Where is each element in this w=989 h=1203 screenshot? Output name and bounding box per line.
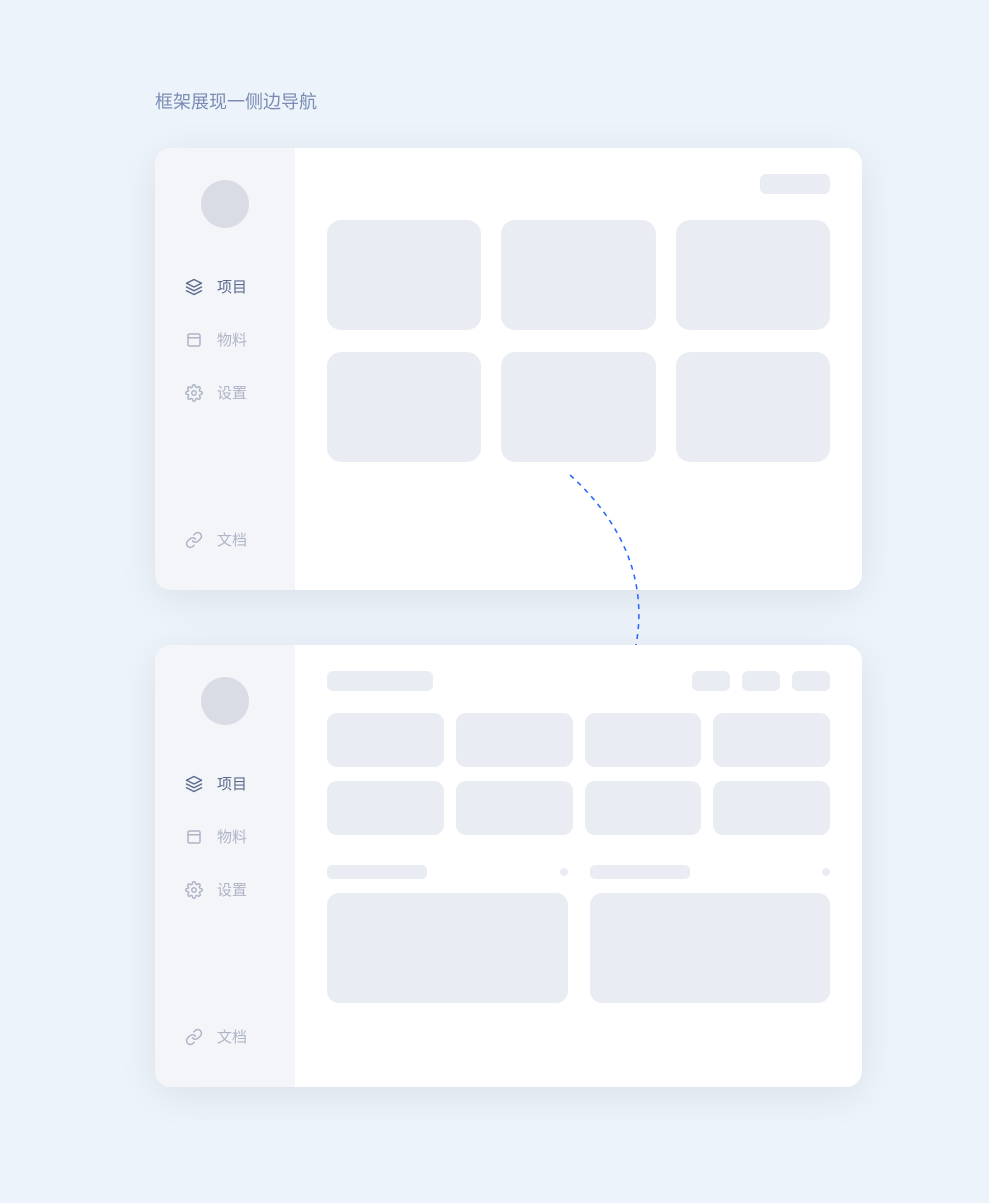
content-card-placeholder[interactable] [327,893,568,1003]
header-action-placeholder[interactable] [742,671,780,691]
sidebar-item-label: 项目 [217,276,247,297]
stat-card-placeholder[interactable] [456,713,573,767]
sidebar-item-materials[interactable]: 物料 [155,313,295,366]
nav-list: 项目 物料 设置 [155,757,295,1010]
avatar[interactable] [201,180,249,228]
sidebar-item-materials[interactable]: 物料 [155,810,295,863]
header-row [327,671,830,691]
layers-icon [185,775,203,793]
card-placeholder[interactable] [676,220,830,330]
column-title-placeholder [327,865,427,879]
card-placeholder[interactable] [676,352,830,462]
column-header [590,865,831,879]
content-area [295,645,862,1087]
sidebar-item-projects[interactable]: 项目 [155,260,295,313]
layout-panel-top: 项目 物料 设置 文档 [155,148,862,590]
folder-icon [185,331,203,349]
layers-icon [185,278,203,296]
sidebar-item-docs[interactable]: 文档 [155,513,295,566]
stat-card-placeholder[interactable] [327,713,444,767]
card-placeholder[interactable] [327,352,481,462]
sidebar-item-label: 文档 [217,529,247,550]
column-more-icon[interactable] [822,868,830,876]
sidebar-item-label: 物料 [217,329,247,350]
page-title: 框架展现一侧边导航 [155,88,317,114]
link-icon [185,531,203,549]
column-more-icon[interactable] [560,868,568,876]
nav-list: 项目 物料 设置 [155,260,295,513]
card-placeholder[interactable] [501,220,655,330]
link-icon [185,1028,203,1046]
stat-card-placeholder[interactable] [585,781,702,835]
header-actions [692,671,830,691]
card-placeholder[interactable] [501,352,655,462]
page-title-placeholder [327,671,433,691]
layout-panel-bottom: 项目 物料 设置 文档 [155,645,862,1087]
sidebar-item-label: 设置 [217,382,247,403]
sidebar-item-docs[interactable]: 文档 [155,1010,295,1063]
sidebar: 项目 物料 设置 文档 [155,148,295,590]
sidebar-footer: 文档 [155,1010,295,1063]
stat-card-grid [327,713,830,835]
stat-card-placeholder[interactable] [456,781,573,835]
sidebar-item-projects[interactable]: 项目 [155,757,295,810]
sidebar: 项目 物料 设置 文档 [155,645,295,1087]
sidebar-item-label: 设置 [217,879,247,900]
column-right [590,865,831,1003]
gear-icon [185,384,203,402]
stat-card-placeholder[interactable] [585,713,702,767]
column-header [327,865,568,879]
stat-card-placeholder[interactable] [327,781,444,835]
stat-card-placeholder[interactable] [713,713,830,767]
sidebar-item-label: 项目 [217,773,247,794]
two-column-section [327,865,830,1003]
card-grid [327,220,830,462]
column-left [327,865,568,1003]
sidebar-item-label: 物料 [217,826,247,847]
header-action-placeholder[interactable] [692,671,730,691]
sidebar-item-settings[interactable]: 设置 [155,366,295,419]
content-area [295,148,862,590]
gear-icon [185,881,203,899]
header-row [327,174,830,194]
header-action-placeholder[interactable] [792,671,830,691]
header-action-placeholder[interactable] [760,174,830,194]
column-title-placeholder [590,865,690,879]
card-placeholder[interactable] [327,220,481,330]
avatar[interactable] [201,677,249,725]
stat-card-placeholder[interactable] [713,781,830,835]
sidebar-item-label: 文档 [217,1026,247,1047]
content-card-placeholder[interactable] [590,893,831,1003]
folder-icon [185,828,203,846]
sidebar-footer: 文档 [155,513,295,566]
sidebar-item-settings[interactable]: 设置 [155,863,295,916]
